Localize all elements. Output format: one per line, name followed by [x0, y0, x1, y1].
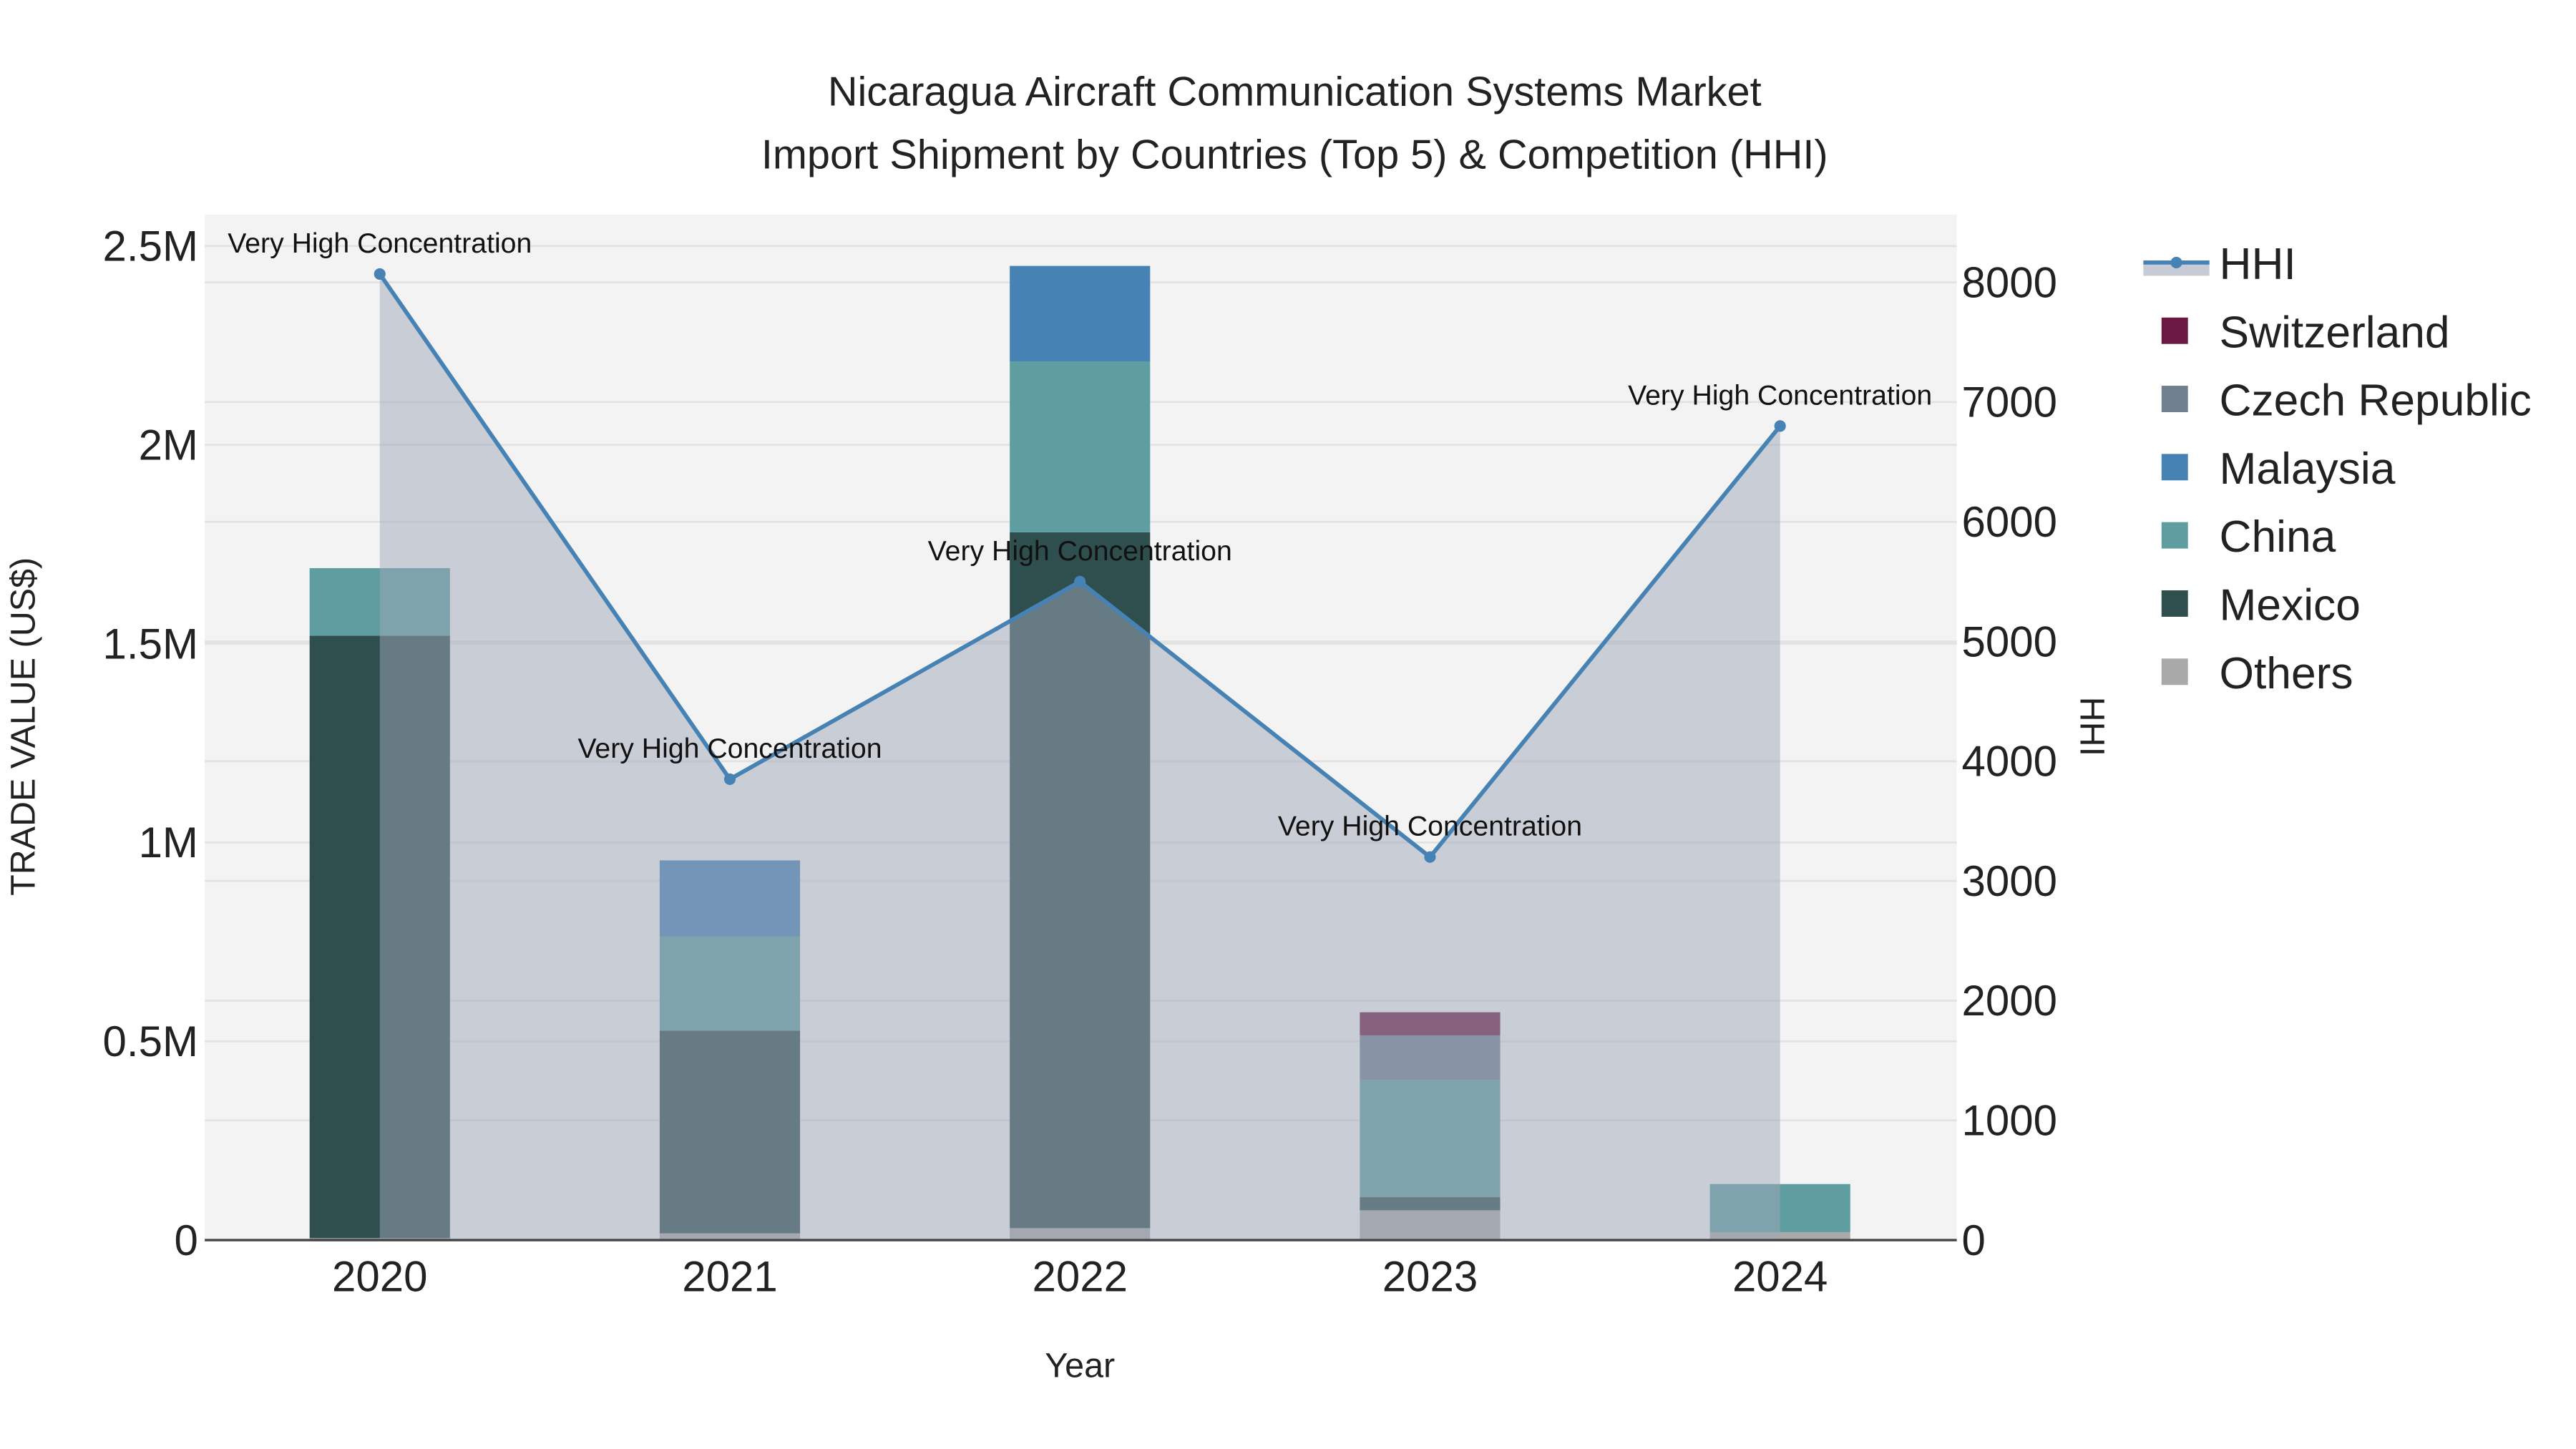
- y2-tick-label: 2000: [1962, 977, 2057, 1025]
- hhi-annotation: Very High Concentration: [228, 228, 532, 259]
- legend-label: China: [2220, 512, 2336, 562]
- bar-china-2022: [1010, 361, 1151, 532]
- x-axis-title: Year: [1045, 1347, 1115, 1385]
- y2-tick-label: 6000: [1962, 498, 2057, 546]
- hhi-annotation: Very High Concentration: [1278, 811, 1582, 842]
- legend-item-switzerland[interactable]: Switzerland: [2161, 308, 2450, 357]
- legend-label: HHI: [2220, 240, 2296, 289]
- y2-tick-label: 7000: [1962, 379, 2057, 426]
- y2-tick-label: 3000: [1962, 857, 2057, 905]
- y2-tick-label: 4000: [1962, 738, 2057, 786]
- legend-label: Switzerland: [2220, 308, 2450, 357]
- chart-subtitle: Import Shipment by Countries (Top 5) & C…: [761, 132, 1828, 177]
- legend-item-malaysia[interactable]: Malaysia: [2161, 444, 2396, 494]
- x-tick-label: 2024: [1732, 1253, 1828, 1301]
- x-tick-label: 2022: [1032, 1253, 1127, 1301]
- hhi-annotation: Very High Concentration: [1628, 379, 1932, 411]
- x-tick-label: 2023: [1382, 1253, 1478, 1301]
- legend: HHI Switzerland Czech Republic Malaysia Chin…: [2143, 240, 2532, 698]
- legend-item-china[interactable]: China: [2161, 512, 2336, 562]
- legend-label: Malaysia: [2220, 444, 2396, 494]
- y-tick-label: 2M: [139, 421, 198, 469]
- legend-swatch: [2161, 658, 2188, 686]
- y-tick-label: 1.5M: [103, 620, 198, 668]
- hhi-annotation: Very High Concentration: [928, 535, 1232, 567]
- legend-swatch: [2161, 522, 2188, 549]
- y2-tick-label: 1000: [1962, 1097, 2057, 1145]
- legend-swatch: [2161, 590, 2188, 617]
- y-tick-label: 0: [175, 1216, 198, 1264]
- legend-item-czech-republic[interactable]: Czech Republic: [2161, 376, 2532, 426]
- hhi-point: [1424, 851, 1436, 863]
- hhi-point: [1074, 575, 1086, 587]
- legend-swatch: [2161, 317, 2188, 344]
- y-tick-label: 0.5M: [103, 1018, 198, 1065]
- y2-axis-title: HHI: [2073, 697, 2112, 756]
- hhi-point: [1774, 420, 1786, 432]
- chart: Very High Concentration Very High Concent…: [4, 69, 2532, 1385]
- y-axis-title: TRADE VALUE (US$): [4, 557, 42, 896]
- legend-swatch: [2161, 454, 2188, 481]
- hhi-annotation: Very High Concentration: [577, 733, 882, 764]
- bar-malaysia-2022: [1010, 265, 1151, 361]
- legend-item-hhi[interactable]: HHI: [2143, 240, 2296, 289]
- legend-item-others[interactable]: Others: [2161, 649, 2353, 698]
- legend-swatch-marker: [2170, 256, 2182, 268]
- y2-tick-label: 5000: [1962, 618, 2057, 665]
- chart-title: Nicaragua Aircraft Communication Systems…: [828, 69, 1762, 115]
- y2-tick-label: 0: [1962, 1216, 1986, 1264]
- hhi-point: [374, 268, 386, 280]
- y2-tick-label: 8000: [1962, 258, 2057, 306]
- legend-label: Others: [2220, 649, 2353, 698]
- legend-item-mexico[interactable]: Mexico: [2161, 581, 2361, 630]
- legend-label: Mexico: [2220, 581, 2361, 630]
- x-tick-label: 2021: [682, 1253, 777, 1301]
- legend-swatch: [2161, 386, 2188, 412]
- y-tick-label: 1M: [139, 819, 198, 867]
- x-tick-label: 2020: [332, 1253, 427, 1301]
- hhi-point: [723, 773, 736, 786]
- y-tick-label: 2.5M: [103, 223, 198, 270]
- legend-label: Czech Republic: [2220, 376, 2532, 426]
